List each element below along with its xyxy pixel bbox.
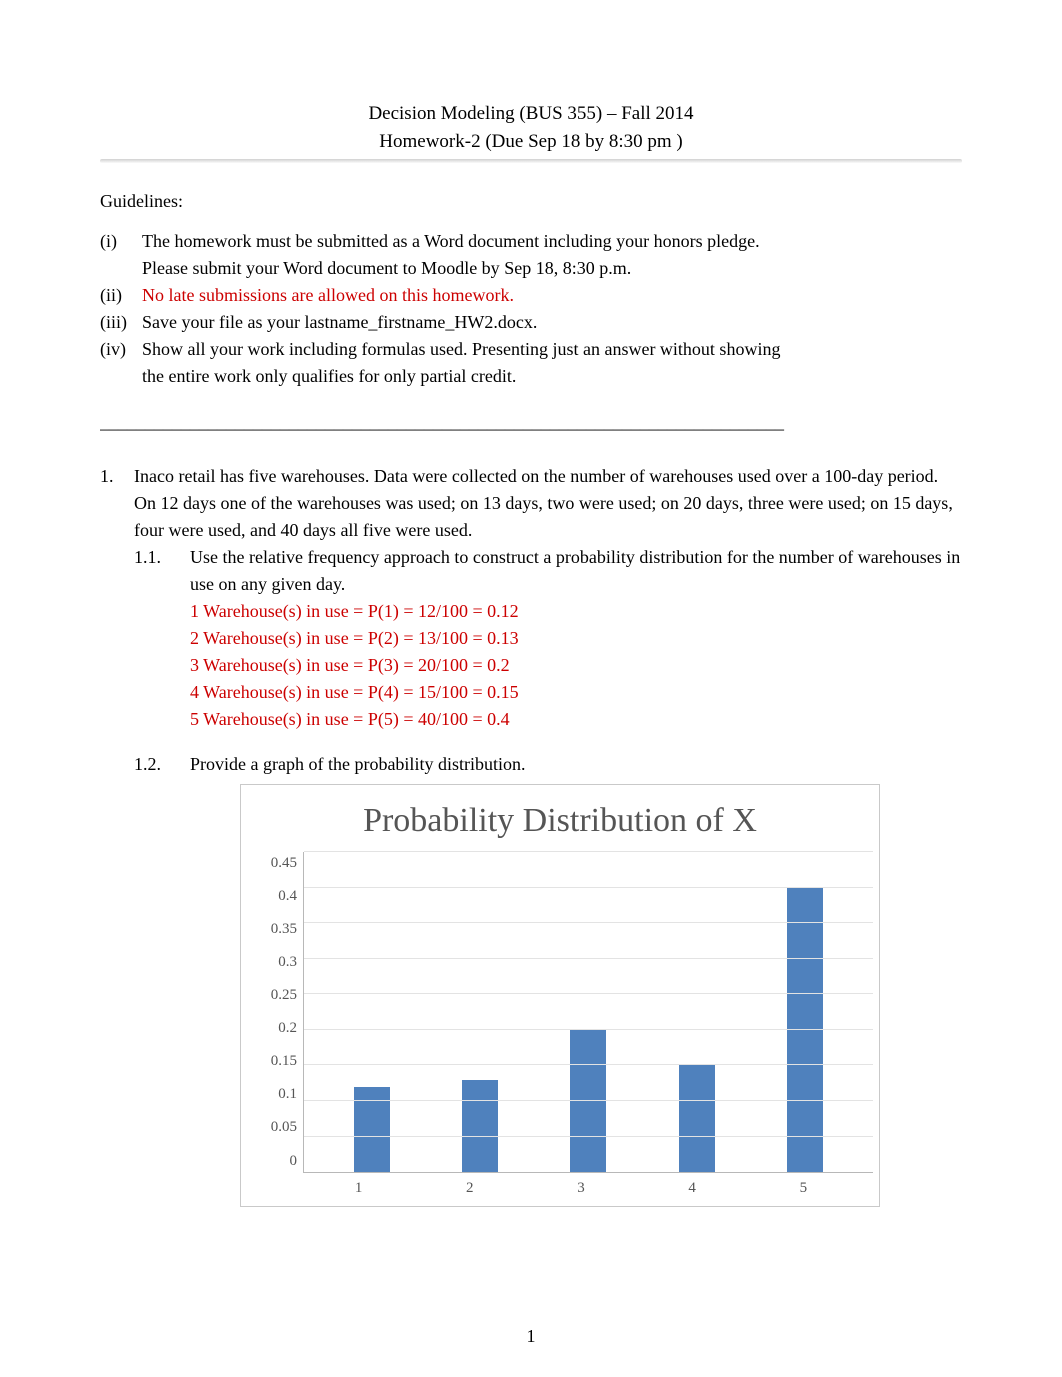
guideline-text: Save your file as your lastname_firstnam… <box>142 309 962 336</box>
gi-part-a: The homework must be submitted as a <box>142 231 424 251</box>
x-tick-label: 3 <box>563 1177 599 1200</box>
y-tick-label: 0.35 <box>271 918 297 941</box>
q1-2-number: 1.2. <box>134 751 190 778</box>
ans2b: 0.13 <box>487 628 519 648</box>
answer-line: 4 Warehouse(s) in use = P(4) = 15/100 = … <box>190 679 962 706</box>
grid-line <box>304 851 873 852</box>
grid-line <box>304 1064 873 1065</box>
y-tick-label: 0.3 <box>278 951 297 974</box>
q1-1-number: 1.1. <box>134 544 190 598</box>
guideline-iv: (iv) Show all your work including formul… <box>100 336 962 363</box>
chart-bar <box>787 888 823 1172</box>
chart-plot-area <box>303 852 873 1173</box>
q1-row: 1. Inaco retail has five warehouses. Dat… <box>100 463 962 544</box>
answer-line: 2 Warehouse(s) in use = P(2) = 13/100 = … <box>190 625 962 652</box>
spacer <box>100 733 962 751</box>
guideline-num: (ii) <box>100 282 142 309</box>
guideline-num: (iii) <box>100 309 142 336</box>
header-line-2: Homework-2 (Due Sep 18 by 8:30 pm ) <box>100 128 962 156</box>
grid-line <box>304 887 873 888</box>
chart-bars <box>304 852 873 1172</box>
q1-1-row: 1.1. Use the relative frequency approach… <box>100 544 962 598</box>
chart-y-axis: 0.45 0.4 0.35 0.3 0.25 0.2 0.15 0.1 0.05 0 <box>247 852 303 1172</box>
guideline-text: Show all your work including formulas us… <box>142 336 962 363</box>
header-divider <box>100 159 962 163</box>
chart-x-axis: 1 2 3 4 5 <box>247 1173 873 1200</box>
y-tick-label: 0.1 <box>278 1083 297 1106</box>
guideline-text: No late submissions are allowed on this … <box>142 282 962 309</box>
guideline-num: (iv) <box>100 336 142 363</box>
q1-2-text: Provide a graph of the probability distr… <box>190 751 962 778</box>
y-tick-label: 0 <box>290 1150 298 1173</box>
q1-number: 1. <box>100 463 134 544</box>
y-tick-label: 0.4 <box>278 885 297 908</box>
x-tick-label: 2 <box>452 1177 488 1200</box>
q11-b: on any given day. <box>219 574 346 594</box>
chart-bar <box>570 1030 606 1172</box>
giv-a: Show all your work including formulas us… <box>142 339 467 359</box>
gi-part-b: Word document <box>424 231 539 251</box>
guidelines-list: (i) The homework must be submitted as a … <box>100 228 962 390</box>
grid-line <box>304 1136 873 1137</box>
guideline-iii: (iii) Save your file as your lastname_fi… <box>100 309 962 336</box>
chart-plot: 0.45 0.4 0.35 0.3 0.25 0.2 0.15 0.1 0.05 0 <box>247 852 873 1173</box>
y-tick-label: 0.15 <box>271 1050 297 1073</box>
section-divider: ________________________________________… <box>100 412 962 433</box>
guideline-i-sub: Please submit your Word document to Mood… <box>100 255 962 282</box>
hw-label-a: Homework-2 ( <box>379 131 491 152</box>
course-title: Decision Modeling (BUS 355) <box>368 103 602 124</box>
q1-2-row: 1.2. Provide a graph of the probability … <box>100 751 962 778</box>
question-1: 1. Inaco retail has five warehouses. Dat… <box>100 463 962 1207</box>
term: – Fall 2014 <box>602 103 693 124</box>
grid-line <box>304 1100 873 1101</box>
q1-1-text: Use the relative frequency approach to c… <box>190 544 962 598</box>
answer-line: 1 Warehouse(s) in use = P(1) = 12/100 = … <box>190 598 962 625</box>
giv-b: Presenting just an answer without showin… <box>467 339 780 359</box>
document-page: Decision Modeling (BUS 355) – Fall 2014 … <box>0 0 1062 1377</box>
guideline-iv-sub: the entire work only qualifies for only … <box>100 363 962 390</box>
grid-line <box>304 958 873 959</box>
answer-line: 3 Warehouse(s) in use = P(3) = 20/100 = … <box>190 652 962 679</box>
due-date: Due Sep 18 by 8:30 pm <box>492 131 672 152</box>
y-tick-label: 0.2 <box>278 1017 297 1040</box>
guidelines-heading: Guidelines: <box>100 191 962 212</box>
q1-text: Inaco retail has five warehouses. Data w… <box>134 463 962 544</box>
x-tick-label: 5 <box>785 1177 821 1200</box>
gi-part-c: including your honors pledge. <box>539 231 759 251</box>
header-line-1: Decision Modeling (BUS 355) – Fall 2014 <box>100 100 962 128</box>
grid-line <box>304 922 873 923</box>
gi-sub-b: Sep 18, 8:30 p.m. <box>504 258 631 278</box>
x-tick-label: 4 <box>674 1177 710 1200</box>
chart-bar <box>679 1065 715 1172</box>
y-tick-label: 0.25 <box>271 984 297 1007</box>
chart-title: Probability Distribution of X <box>247 795 873 846</box>
grid-line <box>304 993 873 994</box>
q1-1-answers: 1 Warehouse(s) in use = P(1) = 12/100 = … <box>100 598 962 733</box>
guideline-num: (i) <box>100 228 142 255</box>
chart-bar <box>462 1080 498 1172</box>
y-tick-label: 0.05 <box>271 1116 297 1139</box>
guideline-i: (i) The homework must be submitted as a … <box>100 228 962 255</box>
y-tick-label: 0.45 <box>271 852 297 875</box>
chart-container: Probability Distribution of X 0.45 0.4 0.3… <box>240 784 880 1207</box>
gi-sub-a: Please submit your Word document to Mood… <box>142 258 504 278</box>
hw-label-c: ) <box>672 131 683 152</box>
guideline-ii: (ii) No late submissions are allowed on … <box>100 282 962 309</box>
ans2a: 2 Warehouse(s) in use = P(2) = 13/100 = <box>190 628 487 648</box>
grid-line <box>304 1029 873 1030</box>
guideline-text: The homework must be submitted as a Word… <box>142 228 962 255</box>
x-tick-label: 1 <box>341 1177 377 1200</box>
page-number: 1 <box>0 1326 1062 1347</box>
answer-line: 5 Warehouse(s) in use = P(5) = 40/100 = … <box>190 706 962 733</box>
header: Decision Modeling (BUS 355) – Fall 2014 … <box>100 100 962 155</box>
